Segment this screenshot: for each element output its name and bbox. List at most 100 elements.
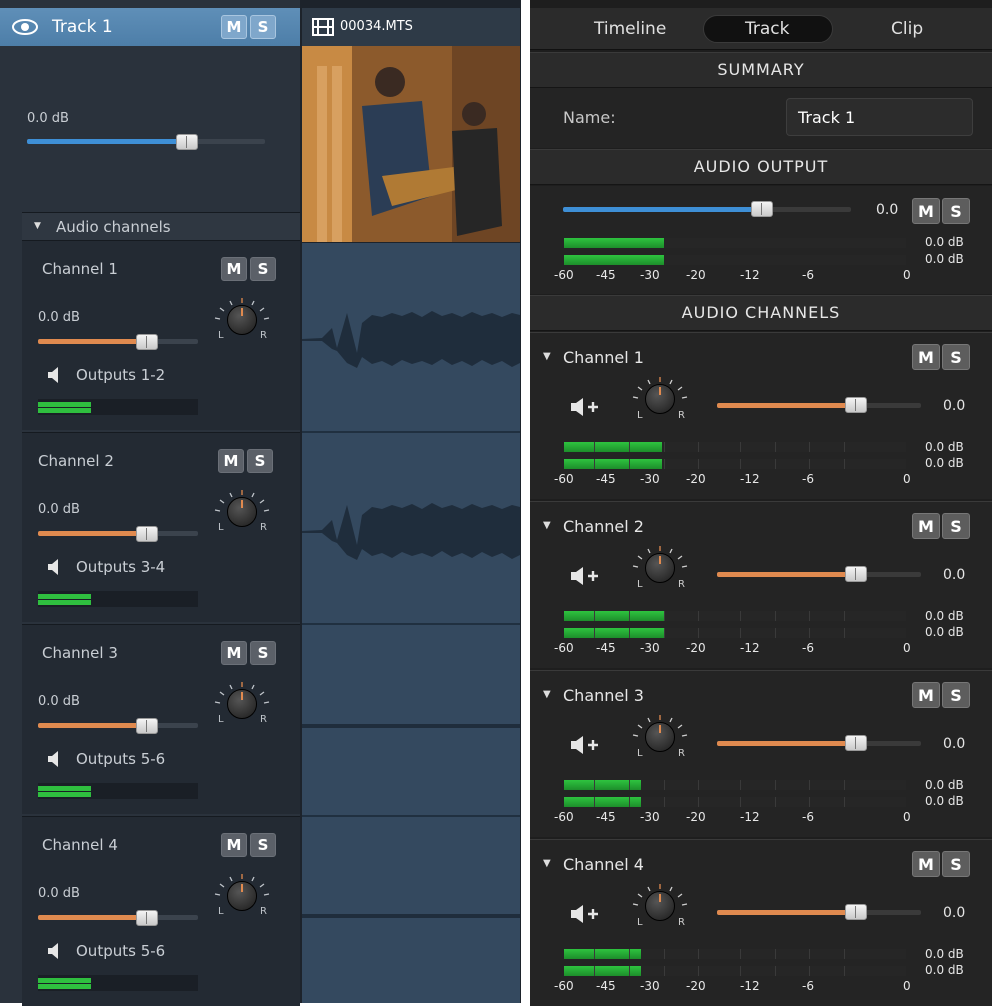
left-channel-solo-button[interactable]: S: [250, 257, 276, 281]
pan-left-label: L: [218, 714, 224, 725]
clip-header[interactable]: 00034.MTS: [302, 8, 520, 46]
left-channel-volume-slider[interactable]: [38, 915, 198, 920]
left-channel-volume: 0.0 dB: [38, 886, 80, 901]
left-channel-name: Channel 3: [42, 644, 118, 662]
left-channel-volume: 0.0 dB: [38, 310, 80, 325]
right-channel-volume-thumb[interactable]: [845, 735, 867, 751]
right-channel-db-1: 0.0 dB: [925, 440, 964, 454]
right-channel-pan-knob[interactable]: [645, 553, 675, 583]
chevron-down-icon[interactable]: ▼: [543, 858, 551, 869]
speaker-plus-icon[interactable]: [570, 566, 600, 590]
timeline-panel: Track 1 M S 0.0 dB ▼ Audio channels 0003…: [0, 0, 521, 1006]
name-field[interactable]: Track 1: [786, 98, 973, 136]
right-channel-mute-button[interactable]: M: [912, 513, 940, 539]
inspector-tabs: Timeline Track Clip: [530, 8, 992, 50]
left-channel-volume-slider[interactable]: [38, 339, 198, 344]
right-channel-pan-knob[interactable]: [645, 384, 675, 414]
left-channel-outputs[interactable]: Outputs 3-4: [76, 558, 165, 576]
left-channel-volume-slider[interactable]: [38, 531, 198, 536]
right-channel-mute-button[interactable]: M: [912, 344, 940, 370]
right-channel-volume-slider[interactable]: [717, 403, 921, 408]
right-channel-meter-scale: -60 -45 -30 -20 -12 -6 0: [554, 810, 911, 824]
chevron-down-icon[interactable]: ▼: [543, 351, 551, 362]
left-channel-meter: [38, 975, 198, 991]
speaker-plus-icon[interactable]: [570, 904, 600, 928]
right-channel-volume-thumb[interactable]: [845, 397, 867, 413]
left-channel-outputs[interactable]: Outputs 1-2: [76, 366, 165, 384]
inspector-panel: Timeline Track Clip SUMMARY Name: Track …: [530, 0, 992, 1006]
left-channel-pan-knob[interactable]: [227, 497, 257, 527]
right-channel-volume-slider[interactable]: [717, 572, 921, 577]
speaker-plus-icon[interactable]: [570, 735, 600, 759]
left-channel-outputs[interactable]: Outputs 5-6: [76, 750, 165, 768]
right-channel-volume-thumb[interactable]: [845, 904, 867, 920]
pan-right-label: R: [678, 748, 685, 759]
right-channel-pan-knob[interactable]: [645, 722, 675, 752]
right-channel-meter-left: [564, 949, 906, 959]
left-channel-solo-button[interactable]: S: [247, 449, 273, 473]
pan-right-label: R: [260, 714, 267, 725]
right-channel-pan-knob[interactable]: [645, 891, 675, 921]
right-channel-meter-scale: -60 -45 -30 -20 -12 -6 0: [554, 641, 911, 655]
left-channel-volume-thumb[interactable]: [136, 718, 158, 734]
output-volume-thumb[interactable]: [751, 201, 773, 217]
left-channel-pan-knob[interactable]: [227, 881, 257, 911]
right-channel-mute-button[interactable]: M: [912, 682, 940, 708]
left-channel-volume-thumb[interactable]: [136, 526, 158, 542]
left-channel-outputs[interactable]: Outputs 5-6: [76, 942, 165, 960]
right-channel-2: ▼ Channel 2 M S L R 0.0 0.0 dB 0.0 dB -6…: [530, 501, 992, 668]
left-channel-mute-button[interactable]: M: [221, 257, 247, 281]
output-volume-slider[interactable]: [563, 207, 851, 212]
chevron-down-icon[interactable]: ▼: [543, 689, 551, 700]
right-channel-solo-button[interactable]: S: [942, 513, 970, 539]
right-channel-solo-button[interactable]: S: [942, 851, 970, 877]
left-channel-pan-knob[interactable]: [227, 689, 257, 719]
pan-left-label: L: [637, 579, 643, 590]
clip-name: 00034.MTS: [340, 19, 413, 34]
right-channel-solo-button[interactable]: S: [942, 344, 970, 370]
audio-channels-toggle[interactable]: ▼ Audio channels: [22, 212, 300, 240]
right-channel-volume-thumb[interactable]: [845, 566, 867, 582]
left-channel-name: Channel 2: [38, 452, 114, 470]
pan-right-label: R: [260, 906, 267, 917]
output-mute-button[interactable]: M: [912, 198, 940, 224]
left-channel-pan-knob[interactable]: [227, 305, 257, 335]
left-channel-solo-button[interactable]: S: [250, 833, 276, 857]
right-channel-solo-button[interactable]: S: [942, 682, 970, 708]
output-meter-right: [564, 255, 906, 265]
track-mute-button[interactable]: M: [221, 15, 247, 39]
output-solo-button[interactable]: S: [942, 198, 970, 224]
left-channel-mute-button[interactable]: M: [221, 641, 247, 665]
pan-left-label: L: [218, 522, 224, 533]
right-channel-mute-button[interactable]: M: [912, 851, 940, 877]
left-channel-volume-thumb[interactable]: [136, 334, 158, 350]
tab-clip[interactable]: Clip: [891, 19, 923, 39]
track-volume-thumb[interactable]: [176, 134, 198, 150]
right-channel-volume-slider[interactable]: [717, 741, 921, 746]
track-volume-slider[interactable]: [27, 139, 265, 144]
right-channel-volume-slider[interactable]: [717, 910, 921, 915]
right-channel-db-1: 0.0 dB: [925, 778, 964, 792]
left-channel-volume: 0.0 dB: [38, 694, 80, 709]
left-channel-volume-thumb[interactable]: [136, 910, 158, 926]
tab-track[interactable]: Track: [745, 19, 789, 39]
left-channel-mute-button[interactable]: M: [218, 449, 244, 473]
audio-channels-label: Audio channels: [56, 218, 171, 236]
left-channel-4: Channel 4 M S 0.0 dB L R Outputs 5-6: [22, 816, 300, 1006]
tab-timeline[interactable]: Timeline: [594, 19, 666, 39]
name-field-value: Track 1: [798, 108, 856, 127]
left-channel-mute-button[interactable]: M: [221, 833, 247, 857]
audio-channels-header: AUDIO CHANNELS: [530, 295, 992, 331]
left-channel-volume-slider[interactable]: [38, 723, 198, 728]
right-channel-meter-left: [564, 442, 906, 452]
left-channel-1: Channel 1 M S 0.0 dB L R Outputs 1-2: [22, 240, 300, 430]
summary-header: SUMMARY: [530, 52, 992, 88]
track-solo-button[interactable]: S: [250, 15, 276, 39]
right-channel-value: 0.0: [943, 567, 966, 583]
left-channel-solo-button[interactable]: S: [250, 641, 276, 665]
pan-left-label: L: [218, 330, 224, 341]
chevron-down-icon[interactable]: ▼: [543, 520, 551, 531]
speaker-plus-icon[interactable]: [570, 397, 600, 421]
visibility-eye-icon[interactable]: [12, 18, 38, 40]
right-channel-value: 0.0: [943, 905, 966, 921]
